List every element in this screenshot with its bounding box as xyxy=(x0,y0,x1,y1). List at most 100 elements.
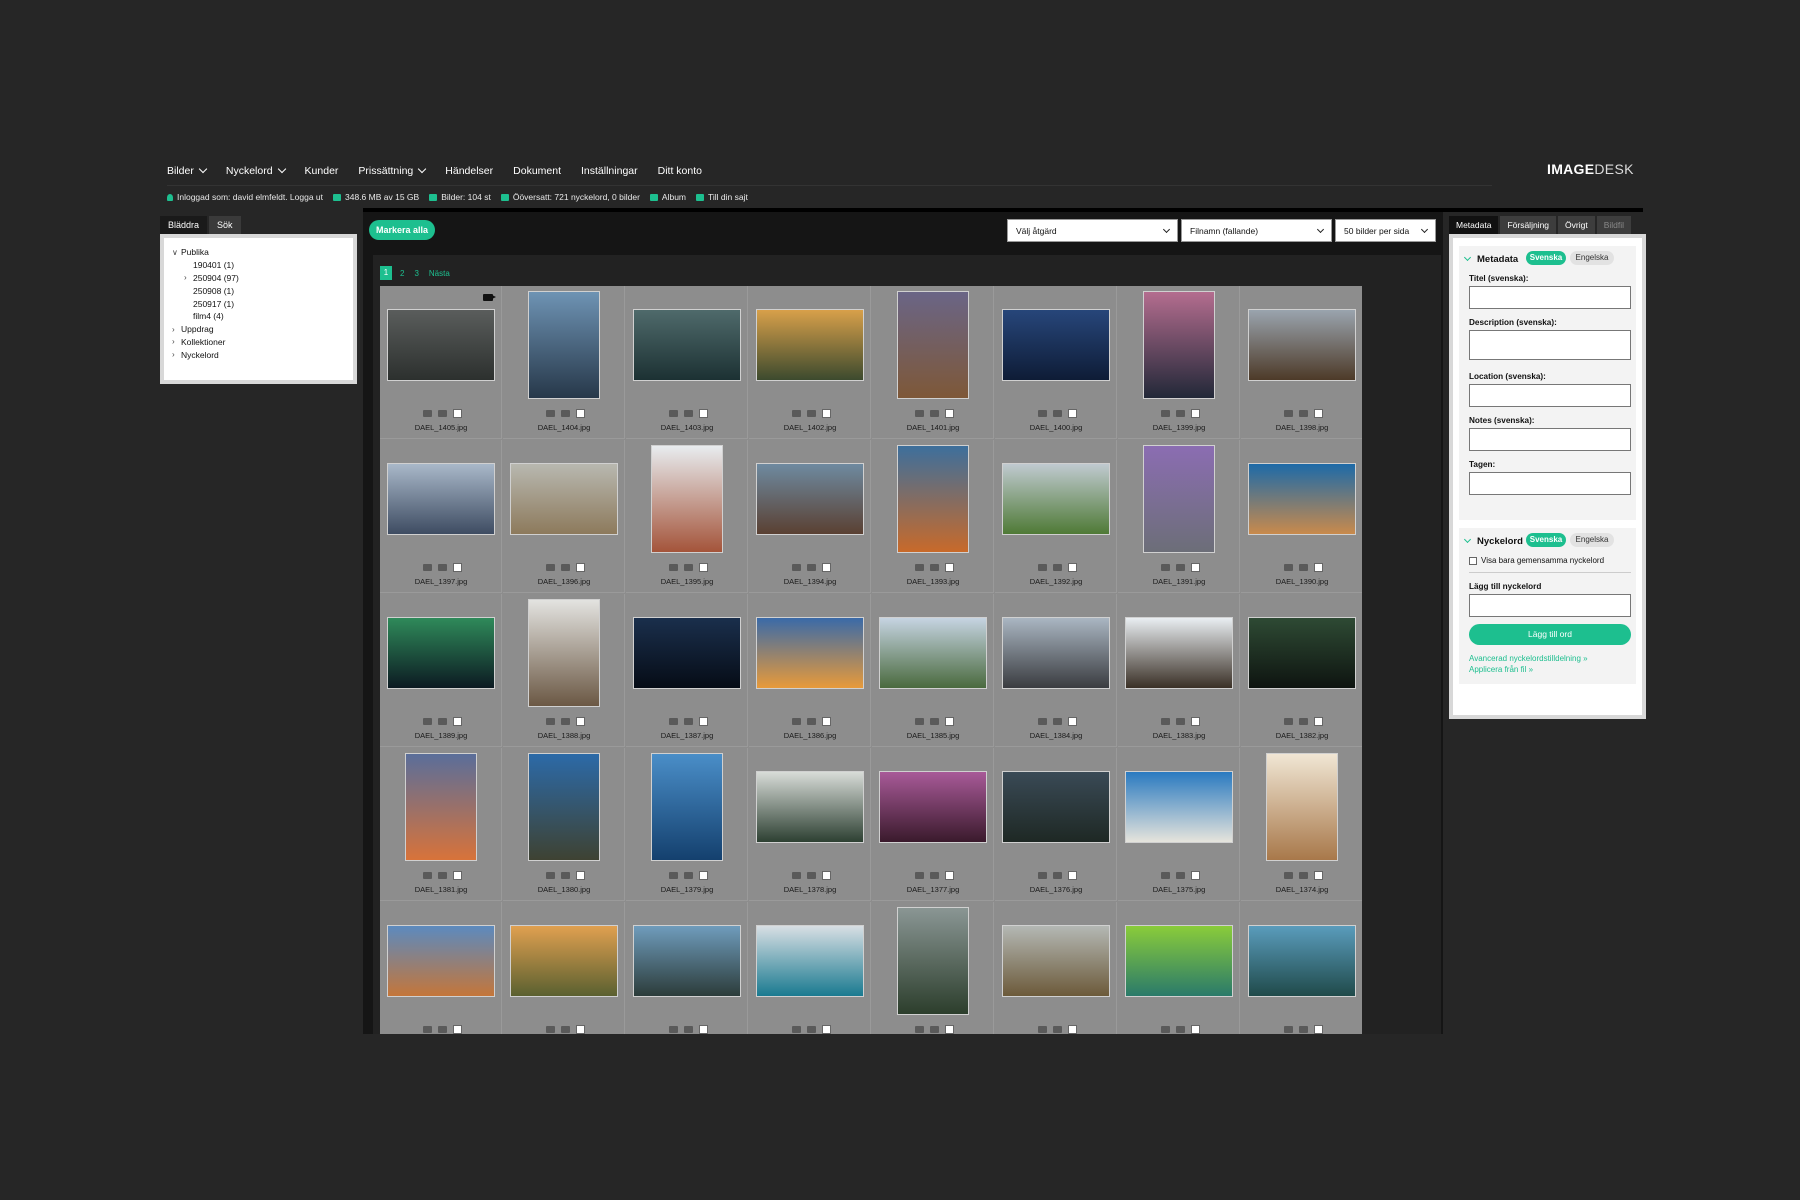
site-link[interactable]: Till din sajt xyxy=(696,192,748,202)
image-cell[interactable] xyxy=(1118,902,1240,1034)
image-cell[interactable]: DAEL_1392.jpg xyxy=(995,440,1117,593)
folder-icon[interactable] xyxy=(915,410,924,417)
thumbnail-area[interactable] xyxy=(1118,748,1240,866)
image-cell[interactable]: DAEL_1387.jpg xyxy=(626,594,748,747)
nav-item-2[interactable]: Kunder xyxy=(305,165,339,177)
thumbnail-area[interactable] xyxy=(626,440,748,558)
select-checkbox[interactable] xyxy=(822,717,831,726)
image-thumbnail[interactable] xyxy=(387,463,495,535)
image-thumbnail[interactable] xyxy=(1143,445,1215,553)
image-cell[interactable]: DAEL_1404.jpg xyxy=(503,286,625,439)
image-thumbnail[interactable] xyxy=(1002,925,1110,997)
image-cell[interactable]: DAEL_1403.jpg xyxy=(626,286,748,439)
image-thumbnail[interactable] xyxy=(528,291,600,399)
chevron-down-icon[interactable]: ∨ xyxy=(172,248,181,257)
image-thumbnail[interactable] xyxy=(756,925,864,997)
edit-icon[interactable] xyxy=(684,564,693,571)
select-checkbox[interactable] xyxy=(699,871,708,880)
edit-icon[interactable] xyxy=(438,718,447,725)
select-checkbox[interactable] xyxy=(699,563,708,572)
tree-item[interactable]: ∨ Publika xyxy=(172,246,345,259)
action-select[interactable]: Välj åtgärd xyxy=(1007,219,1178,242)
location-input[interactable] xyxy=(1469,384,1631,407)
thumbnail-area[interactable] xyxy=(749,286,871,404)
image-thumbnail[interactable] xyxy=(510,463,618,535)
keywords-lang-swedish[interactable]: Svenska xyxy=(1526,533,1566,547)
select-checkbox[interactable] xyxy=(453,1025,462,1034)
tree-item[interactable]: › Nyckelord xyxy=(172,348,345,361)
edit-icon[interactable] xyxy=(1176,718,1185,725)
edit-icon[interactable] xyxy=(807,872,816,879)
tab-browse[interactable]: Bläddra xyxy=(160,216,208,234)
image-cell[interactable]: DAEL_1400.jpg xyxy=(995,286,1117,439)
image-thumbnail[interactable] xyxy=(510,925,618,997)
image-cell[interactable] xyxy=(872,902,994,1034)
tab-image-file[interactable]: Bildfil xyxy=(1596,216,1632,234)
chevron-right-icon[interactable]: › xyxy=(172,325,181,334)
folder-icon[interactable] xyxy=(669,872,678,879)
edit-icon[interactable] xyxy=(684,410,693,417)
tree-item[interactable]: › 250904 (97) xyxy=(172,272,345,285)
folder-icon[interactable] xyxy=(1038,1026,1047,1033)
page-3[interactable]: 3 xyxy=(414,269,418,278)
nav-item-4[interactable]: Händelser xyxy=(445,165,493,177)
metadata-lang-swedish[interactable]: Svenska xyxy=(1526,251,1566,265)
image-thumbnail[interactable] xyxy=(405,753,477,861)
folder-icon[interactable] xyxy=(1161,564,1170,571)
edit-icon[interactable] xyxy=(1053,1026,1062,1033)
select-checkbox[interactable] xyxy=(1314,409,1323,418)
select-checkbox[interactable] xyxy=(822,409,831,418)
thumbnail-area[interactable] xyxy=(380,902,502,1020)
image-cell[interactable]: DAEL_1401.jpg xyxy=(872,286,994,439)
image-thumbnail[interactable] xyxy=(1266,753,1338,861)
thumbnail-area[interactable] xyxy=(872,748,994,866)
folder-icon[interactable] xyxy=(1038,718,1047,725)
folder-icon[interactable] xyxy=(1284,872,1293,879)
edit-icon[interactable] xyxy=(561,410,570,417)
thumbnail-area[interactable] xyxy=(995,440,1117,558)
image-thumbnail[interactable] xyxy=(387,617,495,689)
folder-icon[interactable] xyxy=(1161,1026,1170,1033)
thumbnail-area[interactable] xyxy=(995,286,1117,404)
apply-from-file-link[interactable]: Applicera från fil » xyxy=(1469,665,1533,674)
thumbnail-area[interactable] xyxy=(380,594,502,712)
image-cell[interactable]: DAEL_1382.jpg xyxy=(1241,594,1362,747)
thumbnail-area[interactable] xyxy=(626,902,748,1020)
thumbnail-area[interactable] xyxy=(872,440,994,558)
folder-icon[interactable] xyxy=(1038,872,1047,879)
image-cell[interactable]: DAEL_1383.jpg xyxy=(1118,594,1240,747)
select-checkbox[interactable] xyxy=(576,409,585,418)
folder-icon[interactable] xyxy=(546,872,555,879)
image-cell[interactable] xyxy=(503,902,625,1034)
folder-icon[interactable] xyxy=(423,564,432,571)
image-thumbnail[interactable] xyxy=(651,445,723,553)
select-checkbox[interactable] xyxy=(945,1025,954,1034)
edit-icon[interactable] xyxy=(1053,564,1062,571)
image-cell[interactable]: DAEL_1375.jpg xyxy=(1118,748,1240,901)
taken-input[interactable] xyxy=(1469,472,1631,495)
edit-icon[interactable] xyxy=(1053,872,1062,879)
thumbnail-area[interactable] xyxy=(503,286,625,404)
tree-item[interactable]: › Kollektioner xyxy=(172,336,345,349)
tree-item[interactable]: film4 (4) xyxy=(172,310,345,323)
edit-icon[interactable] xyxy=(930,564,939,571)
thumbnail-area[interactable] xyxy=(749,594,871,712)
thumbnail-area[interactable] xyxy=(1118,594,1240,712)
select-checkbox[interactable] xyxy=(945,563,954,572)
thumbnail-area[interactable] xyxy=(872,286,994,404)
checkbox[interactable] xyxy=(1469,556,1477,565)
image-thumbnail[interactable] xyxy=(1125,617,1233,689)
folder-icon[interactable] xyxy=(792,718,801,725)
imagedesk-logo[interactable]: IMAGEDESK xyxy=(1547,161,1634,177)
select-checkbox[interactable] xyxy=(453,717,462,726)
folder-icon[interactable] xyxy=(792,872,801,879)
edit-icon[interactable] xyxy=(930,410,939,417)
folder-icon[interactable] xyxy=(915,1026,924,1033)
image-thumbnail[interactable] xyxy=(633,925,741,997)
folder-icon[interactable] xyxy=(669,718,678,725)
mark-all-button[interactable]: Markera alla xyxy=(369,220,435,240)
nav-item-0[interactable]: Bilder xyxy=(167,164,208,177)
thumbnail-area[interactable] xyxy=(1241,440,1362,558)
image-thumbnail[interactable] xyxy=(1125,771,1233,843)
thumbnail-area[interactable] xyxy=(749,440,871,558)
